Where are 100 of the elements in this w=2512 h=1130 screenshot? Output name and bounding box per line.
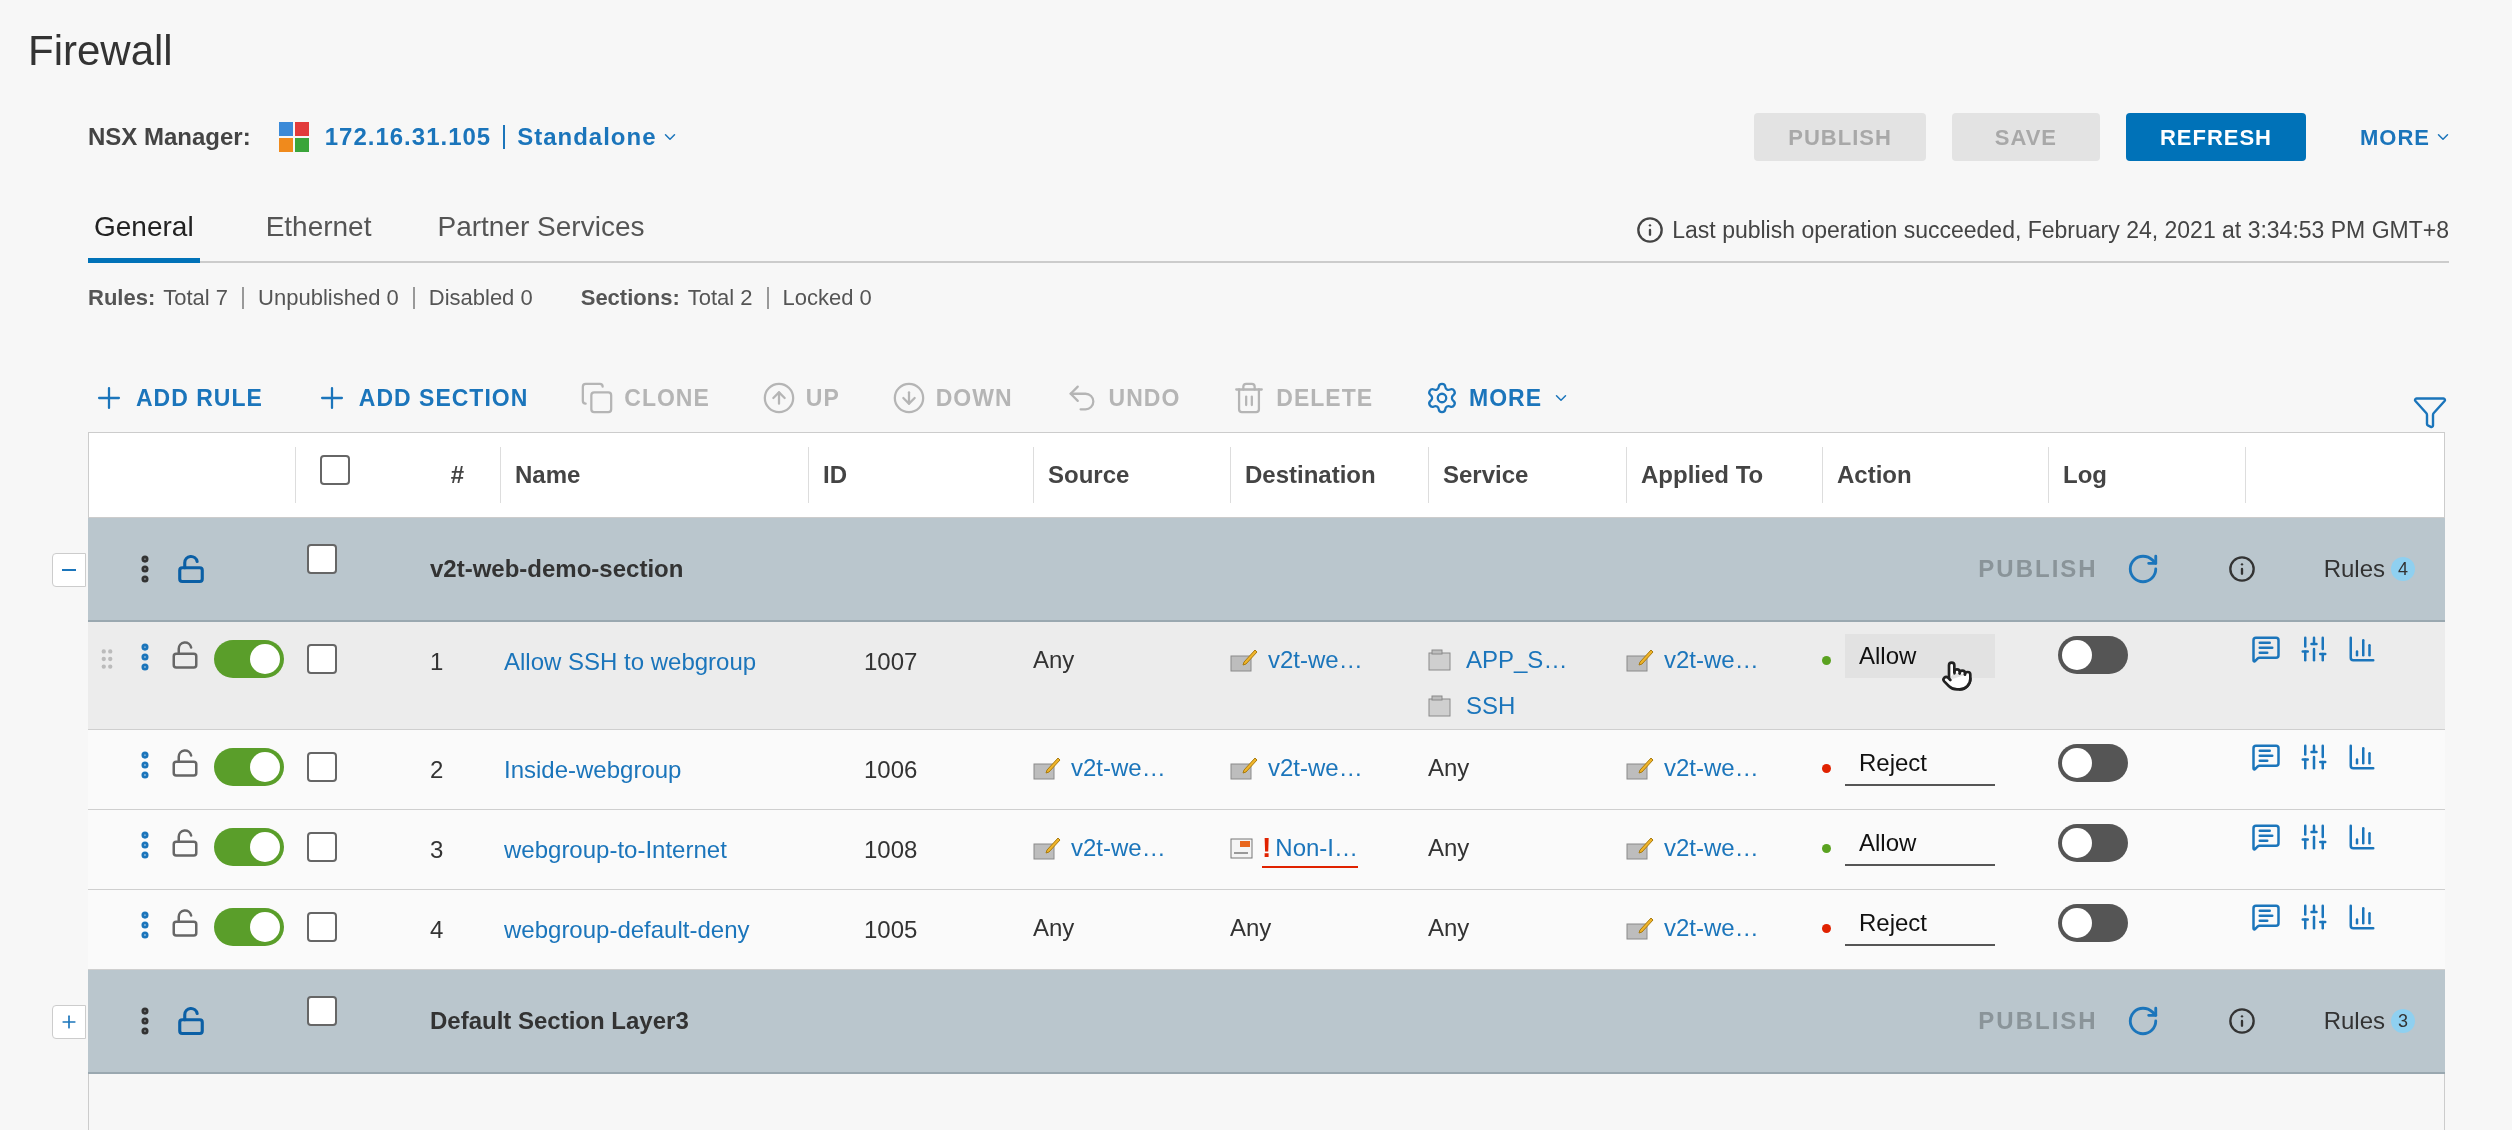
chart-icon[interactable] (2347, 902, 2377, 932)
lock-open-icon[interactable] (176, 554, 206, 584)
lock-open-icon[interactable] (176, 1006, 206, 1036)
column-header[interactable]: Log (2063, 457, 2107, 493)
group-edit-icon (1230, 756, 1258, 780)
log-toggle[interactable] (2058, 904, 2128, 942)
log-toggle[interactable] (2058, 744, 2128, 782)
summary-count: Total 2 (687, 284, 753, 312)
sliders-icon[interactable] (2299, 902, 2329, 932)
section-name: Default Section Layer3 (430, 1007, 689, 1034)
rule-number: 4 (430, 916, 444, 943)
column-header[interactable]: ID (823, 457, 847, 493)
toolbar-button[interactable]: MORE (1425, 380, 1571, 416)
lock-open-icon[interactable] (170, 828, 200, 858)
sliders-icon[interactable] (2299, 822, 2329, 852)
tab[interactable]: Ethernet (265, 206, 372, 263)
group-edit-icon (1033, 836, 1061, 860)
info-icon[interactable] (2227, 1007, 2256, 1035)
group-link[interactable]: v2t-we… (1071, 750, 1166, 786)
checkbox[interactable] (307, 996, 337, 1026)
log-toggle[interactable] (2058, 824, 2128, 862)
checkbox[interactable] (307, 912, 337, 942)
group-link[interactable]: v2t-we… (1664, 750, 1759, 786)
service-link[interactable]: SSH (1466, 688, 1516, 724)
comment-icon[interactable] (2251, 822, 2281, 852)
info-icon (1636, 215, 1665, 244)
lock-open-icon[interactable] (170, 908, 200, 938)
action-select[interactable]: Reject (1845, 742, 1995, 786)
tab[interactable]: Partner Services (437, 206, 645, 263)
summary-count: Unpublished 0 (258, 284, 399, 312)
cell-text: Any (1428, 833, 1471, 863)
action-select[interactable]: Reject (1845, 902, 1995, 946)
column-header[interactable]: Service (1443, 457, 1529, 493)
toolbar-button[interactable]: ADD RULE (92, 380, 263, 416)
manager-address-link[interactable]: 172.16.31.105 (324, 119, 492, 155)
checkbox[interactable] (307, 832, 337, 862)
chart-icon[interactable] (2347, 742, 2377, 772)
service-icon (1428, 695, 1452, 717)
hand-cursor-icon (1941, 660, 1973, 692)
lock-open-icon[interactable] (170, 748, 200, 778)
column-header[interactable]: Action (1837, 457, 1912, 493)
group-link[interactable]: v2t-we… (1268, 642, 1363, 678)
rule-id: 1007 (864, 648, 918, 675)
group-link[interactable]: v2t-we… (1664, 642, 1759, 678)
ip-set-link[interactable]: Non-I… (1275, 830, 1358, 866)
rule-enabled-toggle[interactable] (214, 908, 284, 946)
group-link[interactable]: v2t-we… (1268, 750, 1363, 786)
column-header[interactable]: # (450, 457, 465, 493)
rule-row[interactable]: 1 Allow SSH to webgroup 1007 Any v2t-we… APP_S… SSH v2t-we… Allow (88, 622, 2445, 730)
toolbar-button[interactable]: ADD SECTION (314, 380, 529, 416)
column-header[interactable]: Name (515, 457, 581, 493)
status-message: Last publish operation succeeded, February 24, 2021 at 3:34:53 PM GMT+8 (1672, 215, 2449, 245)
rule-enabled-toggle[interactable] (214, 828, 284, 866)
toolbar-button[interactable]: REFRESH (2125, 113, 2306, 161)
group-edit-icon (1626, 836, 1654, 860)
summary-count: Locked 0 (782, 284, 872, 312)
manager-mode-dropdown[interactable]: Standalone (517, 119, 679, 155)
action-select[interactable]: Allow (1845, 822, 1995, 866)
chart-icon[interactable] (2347, 634, 2377, 664)
chart-icon[interactable] (2347, 822, 2377, 852)
tab[interactable]: General (88, 206, 200, 263)
rule-id: 1006 (864, 756, 918, 783)
column-header[interactable]: Source (1048, 457, 1130, 493)
checkbox[interactable] (307, 544, 337, 574)
rule-enabled-toggle[interactable] (214, 748, 284, 786)
comment-icon[interactable] (2251, 634, 2281, 664)
service-link[interactable]: APP_S… (1466, 642, 1568, 678)
filter-icon[interactable] (2412, 394, 2448, 430)
rule-name-link[interactable]: Allow SSH to webgroup (504, 648, 757, 675)
more-menu-button[interactable]: MORE (2360, 120, 2452, 154)
arrow-down-icon (891, 381, 926, 415)
checkbox[interactable] (320, 455, 350, 485)
log-toggle[interactable] (2058, 636, 2128, 674)
sliders-icon[interactable] (2299, 742, 2329, 772)
checkbox[interactable] (307, 752, 337, 782)
comment-icon[interactable] (2251, 902, 2281, 932)
rule-number: 3 (430, 836, 444, 863)
rule-name-link[interactable]: Inside-webgroup (504, 756, 682, 783)
rule-name-link[interactable]: webgroup-default-deny (504, 916, 750, 943)
cell-text: Any (1428, 913, 1471, 943)
info-icon[interactable] (2227, 555, 2256, 583)
rules-count-badge: 3 (2391, 1009, 2415, 1033)
cell-text: Any (1428, 753, 1471, 783)
column-header[interactable]: Destination (1245, 457, 1376, 493)
group-link[interactable]: v2t-we… (1664, 910, 1759, 946)
rule-enabled-toggle[interactable] (214, 640, 284, 678)
rule-name-link[interactable]: webgroup-to-Internet (504, 836, 727, 863)
checkbox[interactable] (307, 644, 337, 674)
expand-button[interactable] (52, 1005, 86, 1039)
collapse-button[interactable] (52, 553, 86, 587)
sliders-icon[interactable] (2299, 634, 2329, 664)
action-select[interactable]: Allow (1845, 634, 1995, 678)
minus-icon (62, 569, 76, 571)
group-link[interactable]: v2t-we… (1071, 830, 1166, 866)
section-name: v2t-web-demo-section (430, 555, 684, 582)
rule-number: 1 (430, 648, 444, 675)
lock-open-icon[interactable] (170, 640, 200, 670)
comment-icon[interactable] (2251, 742, 2281, 772)
column-header[interactable]: Applied To (1641, 457, 1764, 493)
group-link[interactable]: v2t-we… (1664, 830, 1759, 866)
